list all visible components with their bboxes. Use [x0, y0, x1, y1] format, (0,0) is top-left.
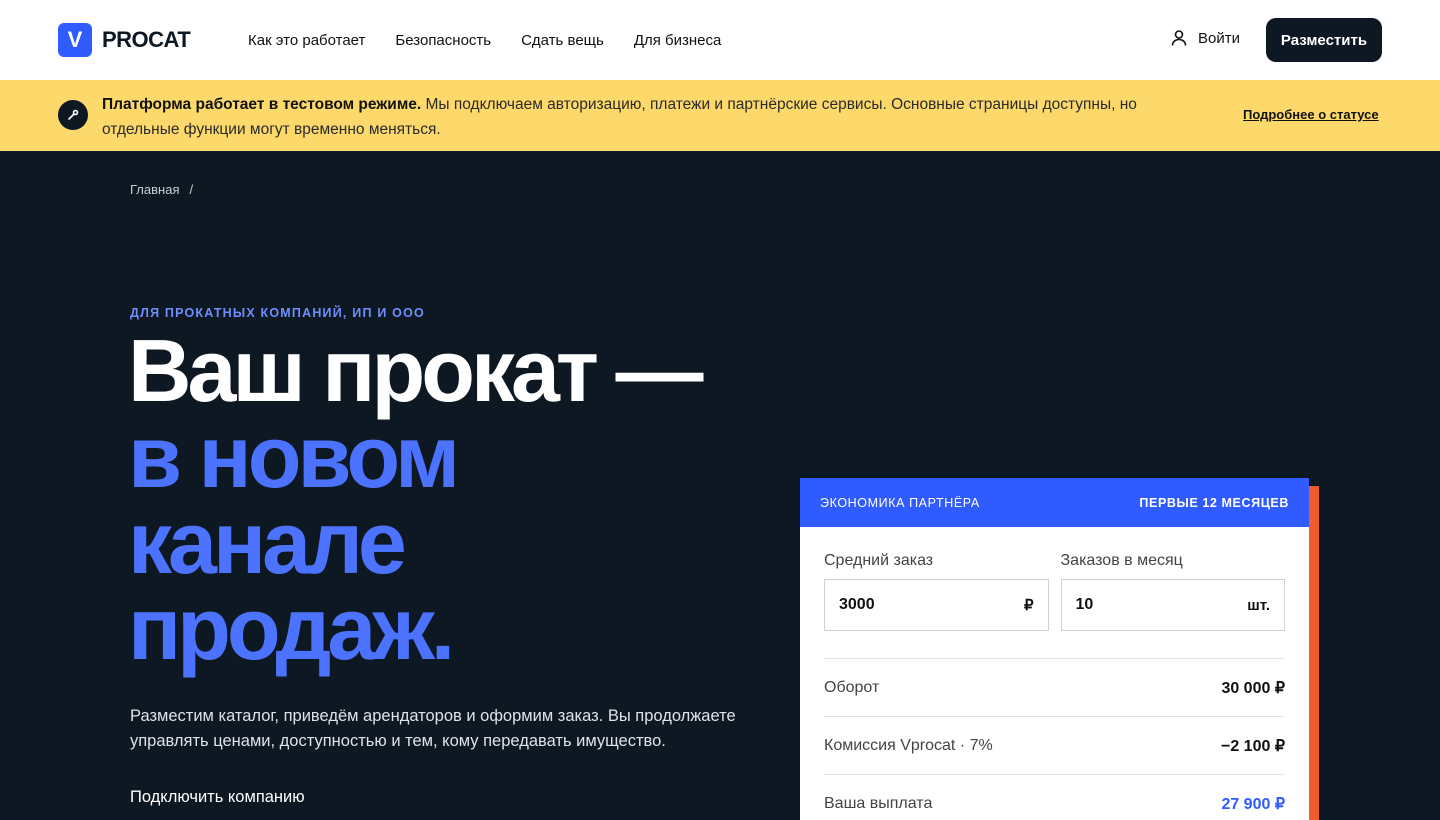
login-label: Войти: [1198, 29, 1240, 47]
login-link[interactable]: Войти: [1170, 29, 1240, 47]
orders-per-month-box[interactable]: шт.: [1060, 579, 1285, 631]
wrench-icon: [58, 100, 88, 130]
nav-security[interactable]: Безопасность: [395, 32, 491, 49]
avg-order-box[interactable]: ₽: [824, 579, 1049, 631]
banner-bold: Платформа работает в тестовом режиме.: [102, 96, 422, 113]
logo[interactable]: V PROCAT: [58, 23, 191, 57]
test-mode-banner: Платформа работает в тестовом режиме. Мы…: [0, 80, 1440, 151]
card-header-period: ПЕРВЫЕ 12 МЕСЯЦЕВ: [1139, 495, 1289, 510]
user-icon: [1171, 30, 1187, 46]
hero-title-line-3: канале: [128, 493, 407, 592]
logo-text: PROCAT: [102, 27, 191, 52]
hero-subtitle: Разместим каталог, приведём арендаторов …: [130, 707, 736, 750]
payout-row: Ваша выплата 27 900 ₽: [824, 774, 1285, 820]
nav-for-business[interactable]: Для бизнеса: [634, 32, 722, 49]
calculator-fields: Средний заказ ₽ Заказов в месяц шт.: [824, 552, 1285, 631]
payout-label: Ваша выплата: [824, 794, 933, 812]
place-button[interactable]: Разместить: [1266, 18, 1382, 62]
payout-value: 27 900 ₽: [1221, 795, 1285, 813]
currency-unit: ₽: [1023, 597, 1034, 614]
card-accent-bar: [1309, 486, 1319, 820]
pieces-unit: шт.: [1247, 596, 1270, 614]
avg-order-field: Средний заказ ₽: [824, 552, 1049, 631]
commission-row: Комиссия Vprocat · 7% −2 100 ₽: [824, 716, 1285, 774]
hero-title-line-1: Ваш прокат —: [128, 321, 703, 420]
breadcrumb-home[interactable]: Главная: [130, 182, 179, 197]
avg-order-label: Средний заказ: [824, 552, 934, 569]
partner-economics-card: ЭКОНОМИКА ПАРТНЁРА ПЕРВЫЕ 12 МЕСЯЦЕВ Сре…: [800, 478, 1309, 820]
orders-per-month-input[interactable]: [1075, 596, 1196, 614]
commission-label: Комиссия Vprocat · 7%: [824, 736, 993, 754]
hero-title: Ваш прокат — в новом канале продаж.: [128, 321, 703, 678]
hero-eyebrow: ДЛЯ ПРОКАТНЫХ КОМПАНИЙ, ИП И ООО: [130, 306, 425, 320]
calculator-results: Оборот 30 000 ₽ Комиссия Vprocat · 7% −2…: [824, 658, 1285, 820]
card-header-title: ЭКОНОМИКА ПАРТНЁРА: [820, 495, 980, 510]
card-header: ЭКОНОМИКА ПАРТНЁРА ПЕРВЫЕ 12 МЕСЯЦЕВ: [800, 478, 1309, 527]
main-nav: Как это работает Безопасность Сдать вещь…: [248, 0, 721, 80]
hero-title-line-2: в новом: [128, 407, 460, 506]
avg-order-input[interactable]: [839, 596, 959, 614]
logo-mark: V: [58, 23, 92, 57]
connect-company-link[interactable]: Подключить компанию: [130, 788, 305, 807]
turnover-value: 30 000 ₽: [1221, 679, 1285, 697]
site-header: V PROCAT Как это работает Безопасность С…: [0, 0, 1440, 80]
hero-title-line-4: продаж.: [128, 579, 455, 678]
turnover-row: Оборот 30 000 ₽: [824, 658, 1285, 716]
nav-rent-out[interactable]: Сдать вещь: [521, 32, 604, 49]
orders-per-month-field: Заказов в месяц шт.: [1060, 552, 1285, 631]
nav-how-it-works[interactable]: Как это работает: [248, 32, 365, 49]
breadcrumb: Главная /: [130, 182, 193, 197]
commission-value: −2 100 ₽: [1220, 737, 1285, 755]
orders-per-month-label: Заказов в месяц: [1060, 552, 1183, 569]
banner-message: Платформа работает в тестовом режиме. Мы…: [102, 92, 1202, 142]
turnover-label: Оборот: [824, 678, 880, 696]
status-details-link[interactable]: Подробнее о статусе: [1243, 107, 1379, 122]
breadcrumb-separator: /: [189, 182, 194, 197]
